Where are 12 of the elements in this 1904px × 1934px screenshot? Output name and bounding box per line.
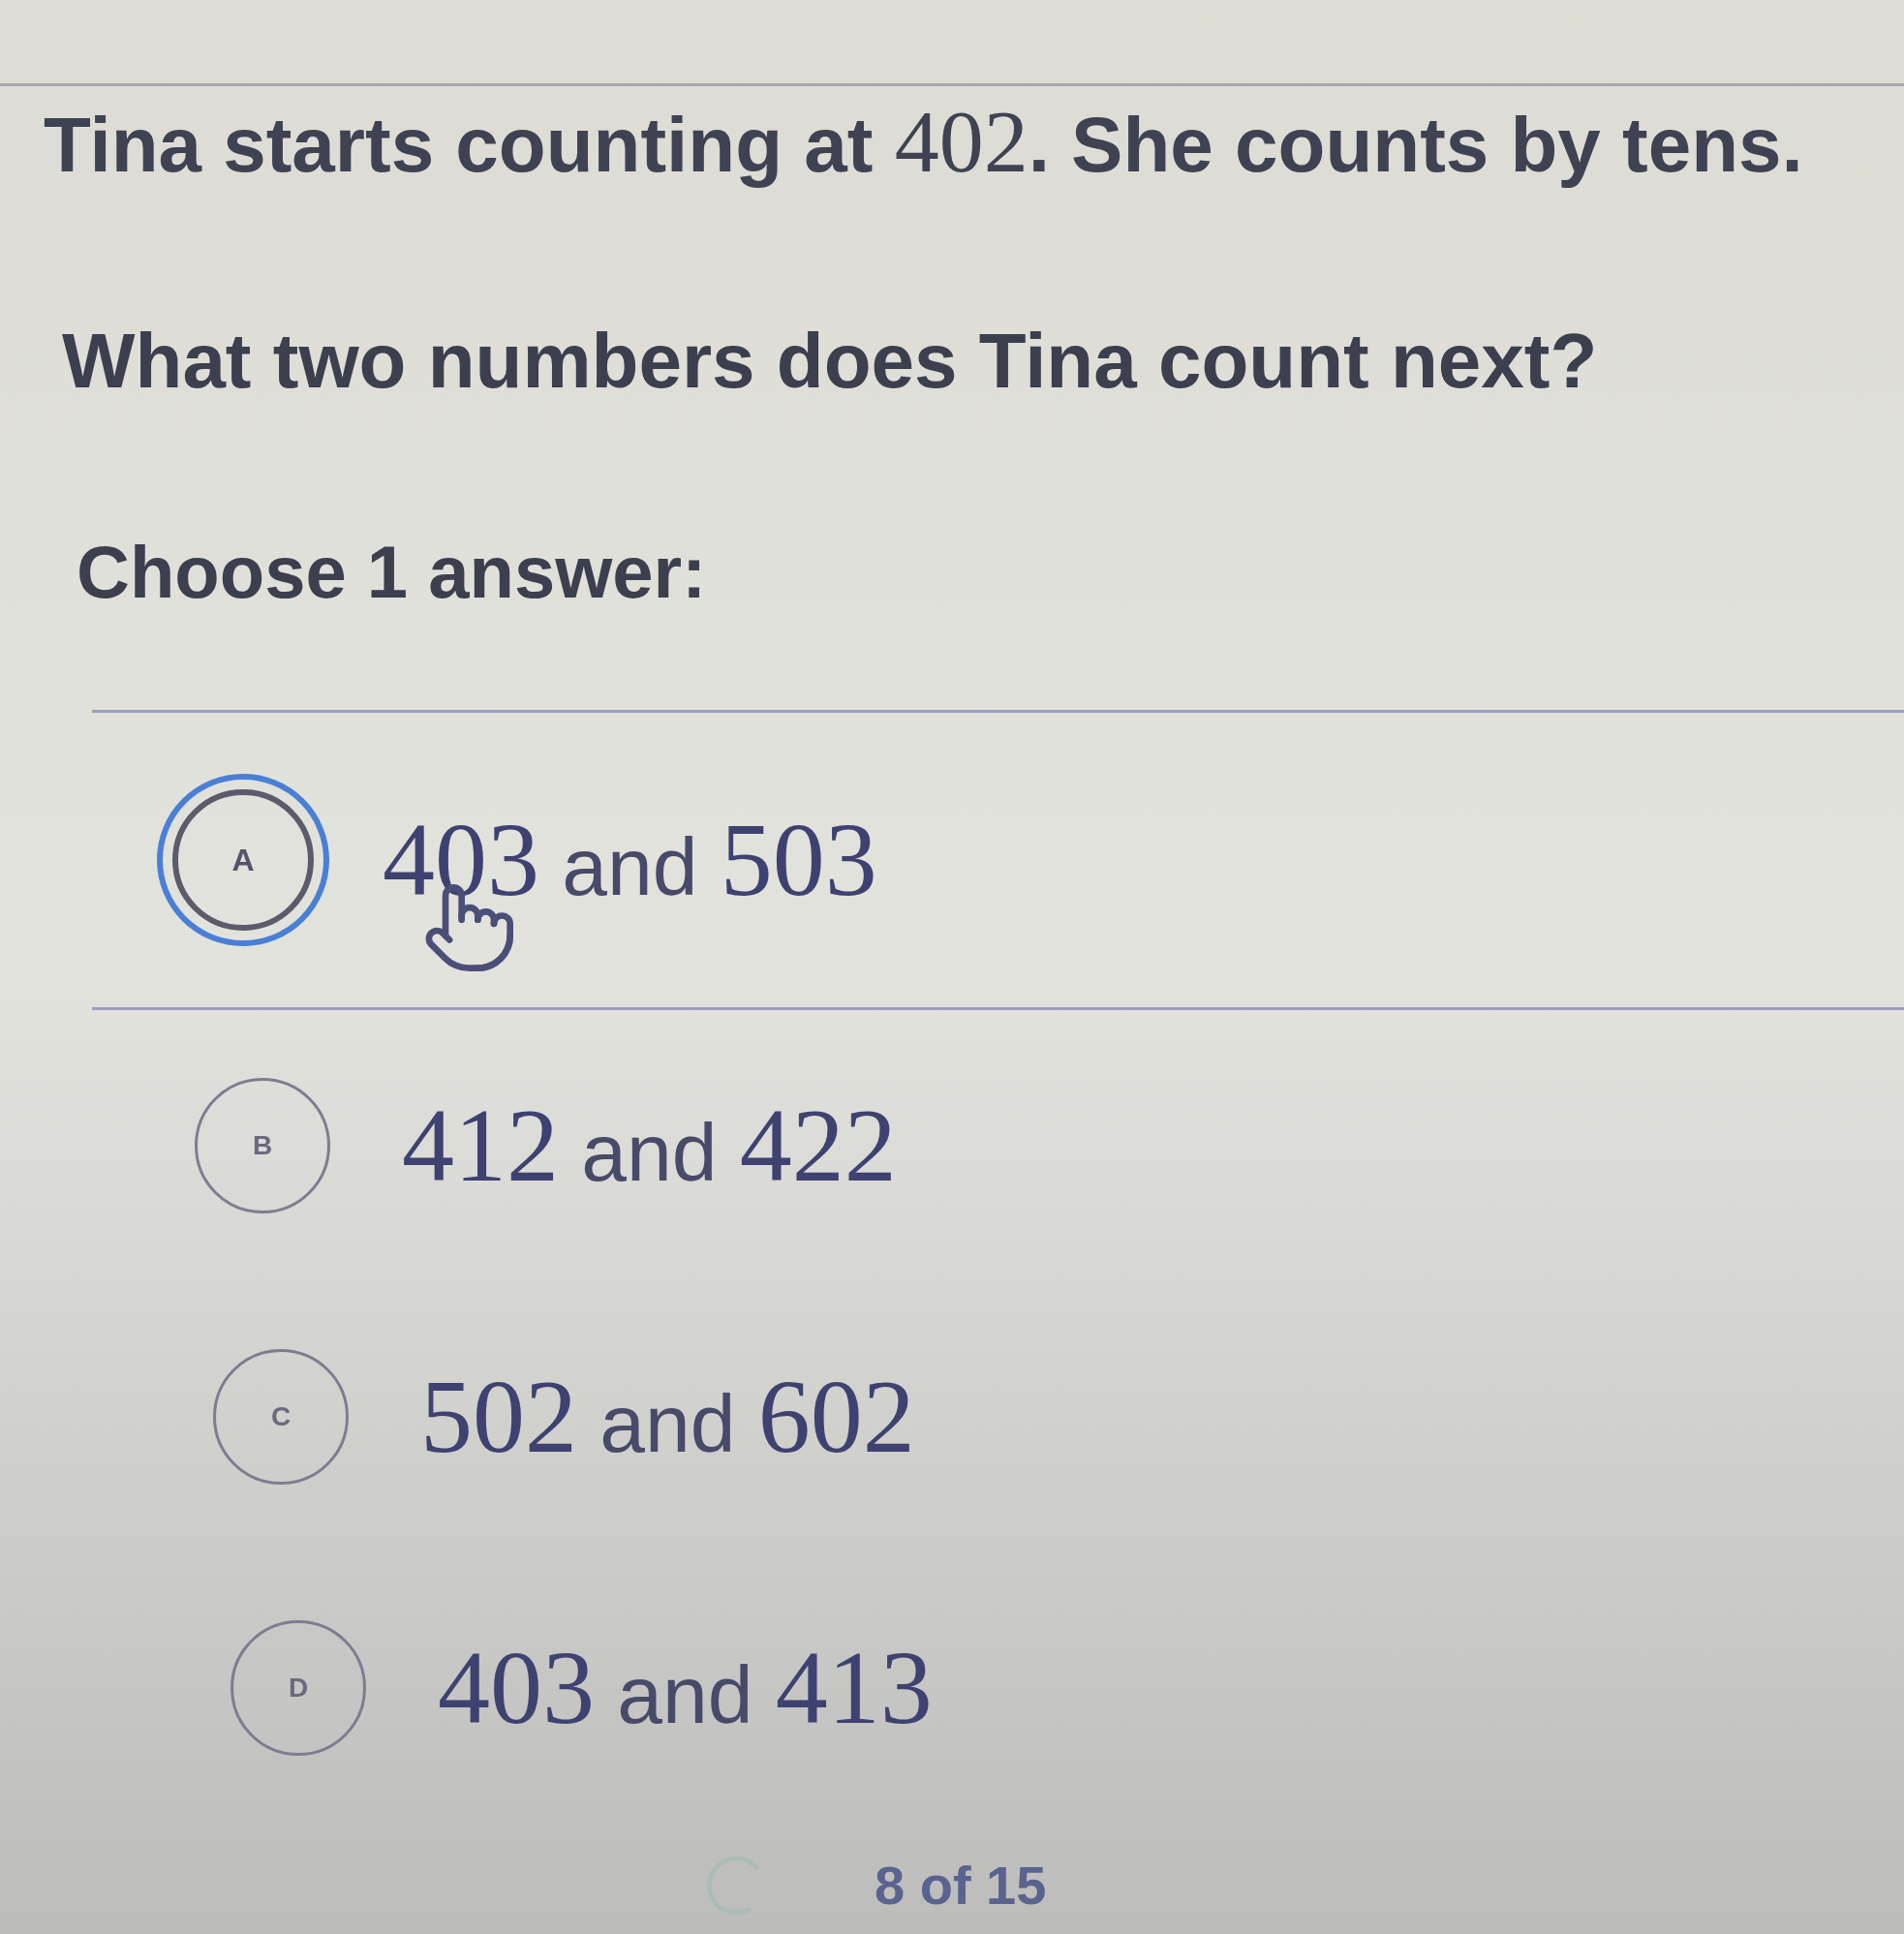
- question-prompt: What two numbers does Tina count next?: [62, 317, 1599, 407]
- answer-text: 403 and 413: [438, 1628, 933, 1747]
- radio-button[interactable]: C: [213, 1348, 349, 1485]
- radio-button[interactable]: D: [230, 1619, 366, 1756]
- answer-text: 403 and 503: [383, 800, 877, 919]
- instruction-text: Choose 1 answer:: [77, 530, 708, 616]
- progress-text: 8 of 15: [875, 1853, 1047, 1918]
- question-text: Tina starts counting at 402. She counts by tens.: [44, 91, 1804, 193]
- answer-text: 412 and 422: [402, 1086, 897, 1205]
- radio-button[interactable]: B: [195, 1077, 330, 1213]
- radio-button[interactable]: A: [157, 773, 329, 946]
- answer-text: 502 and 602: [420, 1357, 915, 1476]
